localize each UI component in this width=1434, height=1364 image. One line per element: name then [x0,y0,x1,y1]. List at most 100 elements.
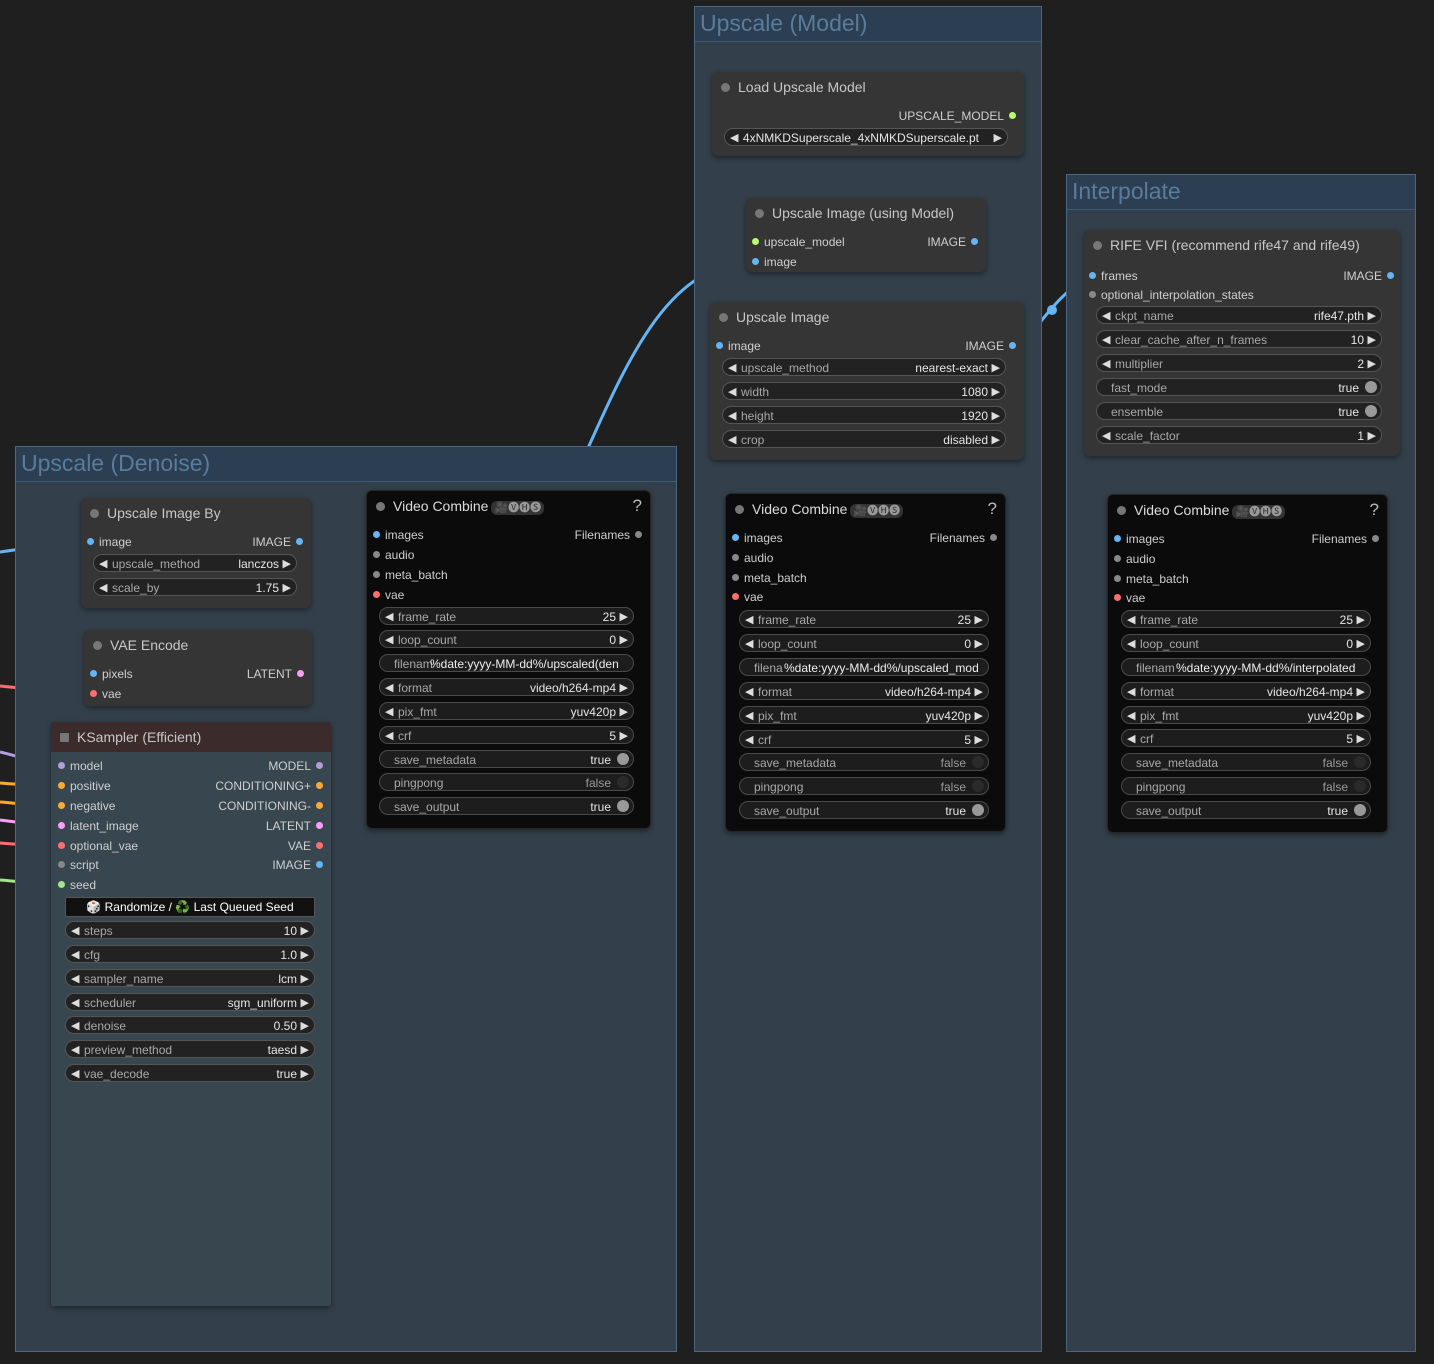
widget-loop-count[interactable]: ◀ loop_count 0 ▶ [1121,634,1371,652]
increment-arrow-icon[interactable]: ▶ [975,611,983,627]
input-images[interactable]: images [373,525,424,545]
slot-connector-dot[interactable] [752,258,759,265]
widget-sampler-name[interactable]: ◀ sampler_name lcm ▶ [65,969,315,987]
slot-connector-dot[interactable] [373,591,380,598]
decrement-arrow-icon[interactable]: ◀ [1127,635,1135,651]
increment-arrow-icon[interactable]: ▶ [620,727,628,743]
node-ksampler-efficient[interactable]: KSampler (Efficient) model positive nega… [51,722,331,1306]
increment-arrow-icon[interactable]: ▶ [1357,730,1365,746]
increment-arrow-icon[interactable]: ▶ [1357,611,1365,627]
widget-crf[interactable]: ◀ crf 5 ▶ [379,726,634,744]
toggle-save-output[interactable]: save_output true [379,797,634,815]
slot-connector-dot[interactable] [1114,594,1121,601]
widget-preview-method[interactable]: ◀ preview_method taesd ▶ [65,1040,315,1058]
increment-arrow-icon[interactable]: ▶ [1357,683,1365,699]
input-seed[interactable]: seed [58,875,96,895]
input-meta-batch[interactable]: meta_batch [1114,569,1189,589]
widget-vae-decode[interactable]: ◀ vae_decode true ▶ [65,1064,315,1082]
slot-connector-dot[interactable] [316,782,323,789]
decrement-arrow-icon[interactable]: ◀ [745,731,753,747]
slot-connector-dot[interactable] [58,782,65,789]
node-video-combine-denoise[interactable]: Video Combine 🎥🅥🅗🅢? images audio meta_bat… [366,490,651,829]
toggle-knob[interactable] [617,753,629,765]
input-pixels[interactable]: pixels [90,664,133,684]
slot-connector-dot[interactable] [732,593,739,600]
slot-connector-dot[interactable] [373,571,380,578]
input-vae[interactable]: vae [732,587,763,607]
node-load-upscale-model[interactable]: Load Upscale Model UPSCALE_MODEL ◀ 4xNMKD… [712,72,1024,156]
widget-scale-by[interactable]: ◀ scale_by 1.75 ▶ [93,578,297,596]
decrement-arrow-icon[interactable]: ◀ [71,1041,79,1057]
node-header[interactable]: Upscale Image By [81,498,311,528]
toggle-knob[interactable] [1354,756,1366,768]
node-video-combine-model[interactable]: Video Combine 🎥🅥🅗🅢? images audio meta_bat… [725,493,1006,832]
input-model[interactable]: model [58,756,103,776]
decrement-arrow-icon[interactable]: ◀ [1127,730,1135,746]
increment-arrow-icon[interactable]: ▶ [992,359,1000,375]
toggle-save-metadata[interactable]: save_metadata false [739,753,989,771]
input-image[interactable]: image [752,252,797,272]
widget-crf[interactable]: ◀ crf 5 ▶ [739,730,989,748]
output-image[interactable]: IMAGE [1302,266,1394,286]
increment-arrow-icon[interactable]: ▶ [1357,635,1365,651]
decrement-arrow-icon[interactable]: ◀ [745,683,753,699]
slot-connector-dot[interactable] [87,538,94,545]
output-image[interactable]: IMAGE [191,855,323,875]
increment-arrow-icon[interactable]: ▶ [301,922,309,938]
collapse-dot[interactable] [90,509,99,518]
widget-upscale-method[interactable]: ◀ upscale_method nearest-exact ▶ [722,358,1006,376]
widget-cfg[interactable]: ◀ cfg 1.0 ▶ [65,945,315,963]
input-script[interactable]: script [58,855,99,875]
slot-connector-dot[interactable] [316,762,323,769]
output-conditioning-neg[interactable]: CONDITIONING- [191,796,323,816]
increment-arrow-icon[interactable]: ▶ [1357,707,1365,723]
widget-format[interactable]: ◀ format video/h264-mp4 ▶ [379,678,634,696]
decrement-arrow-icon[interactable]: ◀ [728,431,736,447]
increment-arrow-icon[interactable]: ▶ [301,970,309,986]
increment-arrow-icon[interactable]: ▶ [620,608,628,624]
collapse-dot[interactable] [60,733,69,742]
toggle-knob[interactable] [972,756,984,768]
help-icon[interactable]: ? [988,494,997,524]
decrement-arrow-icon[interactable]: ◀ [71,1065,79,1081]
node-header[interactable]: RIFE VFI (recommend rife47 and rife49) [1084,230,1400,260]
slot-connector-dot[interactable] [58,861,65,868]
output-image[interactable]: IMAGE [886,232,978,252]
input-interpolation-states[interactable]: optional_interpolation_states [1089,285,1254,305]
toggle-knob[interactable] [972,804,984,816]
widget-frame-rate[interactable]: ◀ frame_rate 25 ▶ [739,610,989,628]
decrement-arrow-icon[interactable]: ◀ [745,635,753,651]
output-image[interactable]: IMAGE [924,336,1016,356]
decrement-arrow-icon[interactable]: ◀ [385,727,393,743]
input-meta-batch[interactable]: meta_batch [373,565,448,585]
slot-connector-dot[interactable] [1114,555,1121,562]
slot-connector-dot[interactable] [1089,272,1096,279]
collapse-dot[interactable] [719,313,728,322]
decrement-arrow-icon[interactable]: ◀ [1102,355,1110,371]
collapse-dot[interactable] [735,505,744,514]
output-filenames[interactable]: Filenames [905,528,997,548]
toggle-knob[interactable] [617,776,629,788]
toggle-ensemble[interactable]: ensemble true [1096,402,1382,420]
widget-multiplier[interactable]: ◀ multiplier 2 ▶ [1096,354,1382,372]
slot-connector-dot[interactable] [373,531,380,538]
toggle-fast-mode[interactable]: fast_mode true [1096,378,1382,396]
node-upscale-image[interactable]: Upscale Image image IMAGE ◀ upscale_metho… [710,302,1024,460]
output-vae[interactable]: VAE [191,836,323,856]
decrement-arrow-icon[interactable]: ◀ [385,631,393,647]
output-latent[interactable]: LATENT [191,816,323,836]
slot-connector-dot[interactable] [752,238,759,245]
increment-arrow-icon[interactable]: ▶ [992,407,1000,423]
widget-pix-fmt[interactable]: ◀ pix_fmt yuv420p ▶ [1121,706,1371,724]
slot-connector-dot[interactable] [716,342,723,349]
widget-crf[interactable]: ◀ crf 5 ▶ [1121,729,1371,747]
node-header[interactable]: Load Upscale Model [712,72,1024,102]
node-header[interactable]: Video Combine 🎥🅥🅗🅢? [1108,495,1387,525]
input-image[interactable]: image [87,532,132,552]
increment-arrow-icon[interactable]: ▶ [301,1017,309,1033]
slot-connector-dot[interactable] [1387,272,1394,279]
increment-arrow-icon[interactable]: ▶ [301,946,309,962]
widget-ckpt-name[interactable]: ◀ ckpt_name rife47.pth ▶ [1096,306,1382,324]
increment-arrow-icon[interactable]: ▶ [994,129,1002,145]
decrement-arrow-icon[interactable]: ◀ [745,611,753,627]
